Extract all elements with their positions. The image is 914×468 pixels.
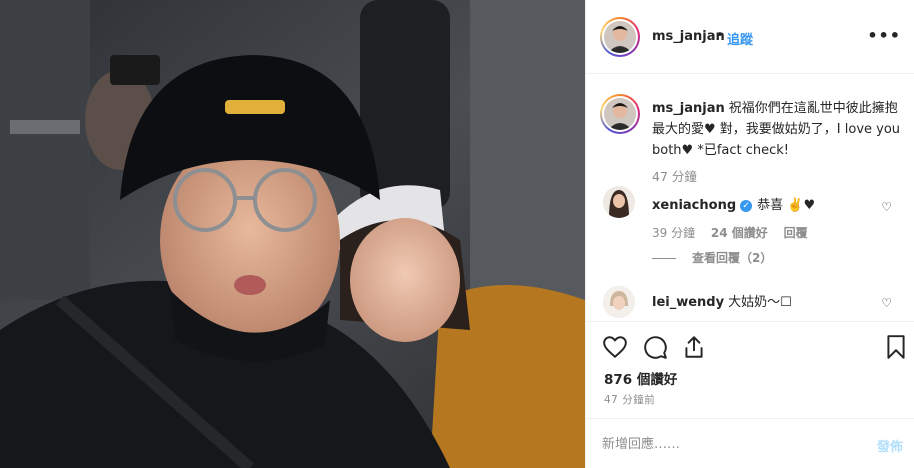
selfie-image — [0, 0, 585, 468]
verified-badge-icon: ✓ — [740, 200, 753, 212]
follow-button[interactable]: 追蹤 — [727, 29, 753, 48]
view-replies-button[interactable]: 查看回覆（2） — [652, 249, 772, 266]
comment-avatar[interactable] — [603, 186, 635, 218]
caption-username[interactable]: ms_janjan — [652, 101, 725, 116]
comment-like-heart-icon[interactable]: ♡ — [881, 200, 892, 214]
comment-body: xeniachong ✓ 恭喜 ✌️♥ — [652, 194, 815, 213]
post-photo[interactable] — [0, 0, 585, 468]
comment-time[interactable]: 39 分鐘 — [652, 226, 695, 240]
author-avatar[interactable] — [600, 17, 640, 57]
comment-body: lei_wendy 大姑奶～☐ — [652, 291, 792, 310]
comment-reply-button[interactable]: 回覆 — [784, 226, 808, 240]
author-username[interactable]: ms_janjan — [652, 29, 725, 44]
comment-likes[interactable]: 24 個讚好 — [711, 226, 768, 240]
bookmark-icon[interactable] — [883, 334, 909, 360]
comment-input[interactable] — [602, 434, 852, 454]
comment-username[interactable]: lei_wendy — [652, 295, 724, 310]
post-timestamp[interactable]: 47 分鐘前 — [604, 392, 655, 407]
comment-like-heart-icon[interactable]: ♡ — [881, 296, 892, 310]
like-heart-icon[interactable] — [602, 334, 628, 360]
separator-dot: • — [716, 28, 724, 43]
comment-text: 恭喜 ✌️♥ — [757, 198, 816, 213]
caption-body: ms_janjan 祝福你們在這亂世中彼此擁抱最大的愛♥ 對，我要做姑奶了，I l… — [652, 98, 902, 161]
add-comment-section: 發佈 — [586, 418, 914, 468]
post-comment-button[interactable]: 發佈 — [877, 436, 903, 455]
replies-divider — [652, 258, 676, 259]
more-options-icon[interactable]: ••• — [867, 26, 901, 45]
caption-avatar[interactable] — [600, 94, 640, 134]
comment-meta: 39 分鐘 24 個讚好 回覆 — [652, 224, 820, 241]
caption-time[interactable]: 47 分鐘 — [652, 166, 697, 185]
share-icon[interactable] — [681, 334, 707, 360]
post-side-panel: ms_janjan • 追蹤 ••• ms_janjan 祝福你們在這亂世中彼此擁… — [585, 0, 914, 468]
comment-username[interactable]: xeniachong — [652, 198, 736, 213]
comment-text: 大姑奶～☐ — [728, 295, 792, 310]
view-replies-label: 查看回覆（2） — [692, 251, 773, 265]
like-count[interactable]: 876 個讚好 — [604, 368, 677, 388]
post-header: ms_janjan • 追蹤 ••• — [586, 0, 914, 74]
comment-bubble-icon[interactable] — [642, 334, 668, 360]
comment-avatar[interactable] — [603, 286, 635, 318]
